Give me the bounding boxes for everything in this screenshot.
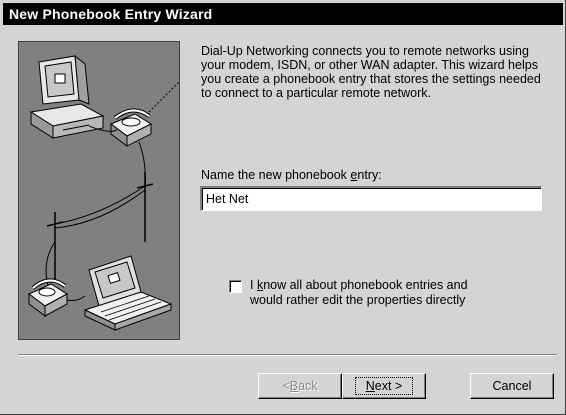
next-suffix: ext > [374,379,403,393]
next-accelerator: N [365,379,375,393]
intro-description: Dial-Up Networking connects you to remot… [201,44,541,100]
dialup-network-illustration [18,41,180,340]
phonebook-entry-name-input[interactable] [200,186,542,211]
checkbox-label-line2: would rather edit the properties directl… [250,293,466,307]
utility-pole-icon [46,172,154,282]
next-button[interactable]: Next > [342,373,426,399]
title-bar[interactable]: New Phonebook Entry Wizard [3,3,563,25]
back-button[interactable]: < Back [258,373,342,399]
next-focus-ring: Next > [354,377,414,395]
telephone-bottom-icon [28,278,68,317]
telephone-top-icon [110,108,153,147]
expert-mode-label[interactable]: I know all about phonebook entries and w… [250,278,520,308]
expert-mode-option[interactable]: I know all about phonebook entries and w… [229,278,520,308]
network-illustration-graphic [28,54,179,331]
label-suffix: ntry: [357,168,382,182]
back-suffix: ack [298,379,318,393]
phonebook-entry-label: Name the new phonebook entry: [201,168,382,182]
back-accelerator: B [289,379,299,393]
checkbox-label-line1-prefix: I [250,278,257,292]
cancel-button[interactable]: Cancel [470,373,554,399]
laptop-icon [83,255,173,331]
wizard-dialog: New Phonebook Entry Wizard Dial-Up Netwo… [0,0,566,415]
checkbox-label-line1-suffix: now all about phonebook entries and [263,278,468,292]
label-prefix: Name the new phonebook [201,168,351,182]
button-separator [18,354,557,356]
expert-mode-checkbox[interactable] [229,280,242,293]
desktop-computer-icon [29,54,105,139]
window-title: New Phonebook Entry Wizard [9,6,213,22]
back-prefix: < [282,379,290,393]
